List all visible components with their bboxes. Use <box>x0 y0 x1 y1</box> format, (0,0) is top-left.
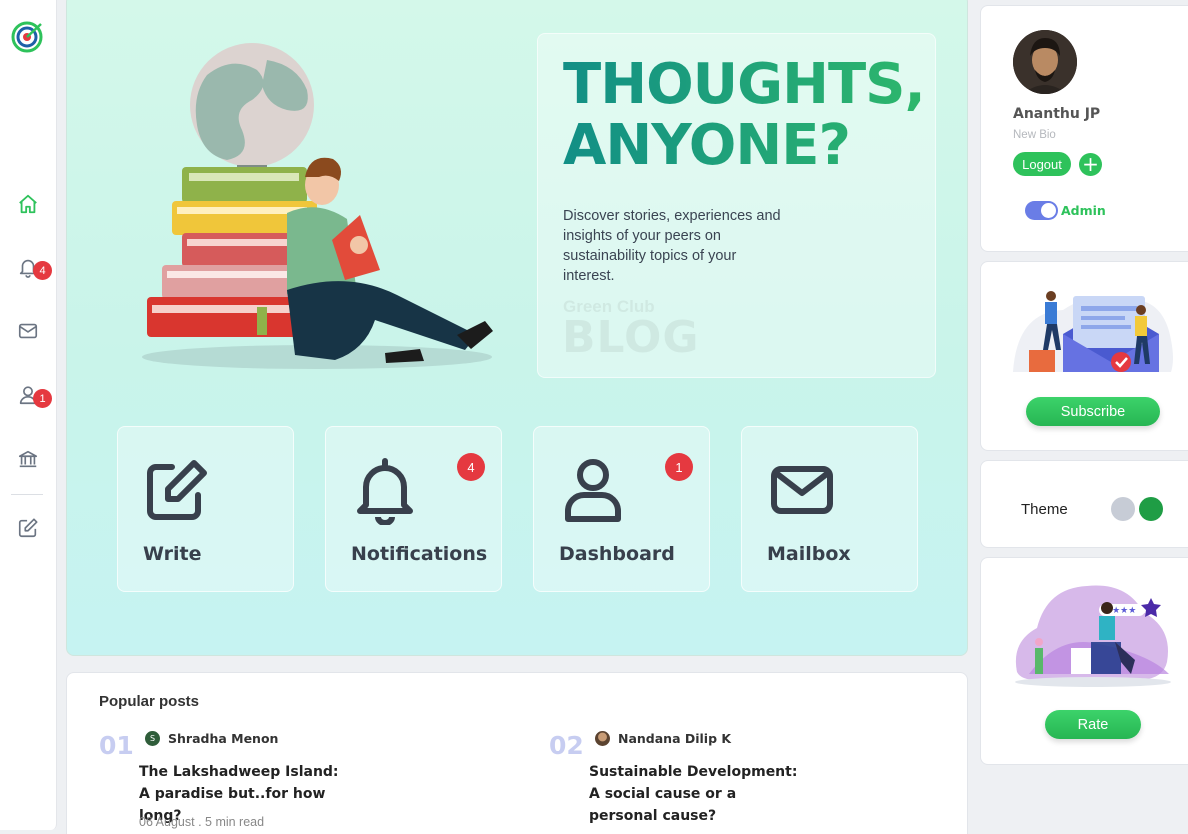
logout-button[interactable]: Logout <box>1013 152 1071 176</box>
hero-title-line-1: THOUGHTS, <box>563 52 925 117</box>
dashboard-badge: 1 <box>665 453 693 481</box>
post-rank: 01 <box>99 731 134 760</box>
tile-notifications[interactable]: 4 Notifications <box>325 426 502 592</box>
rate-card: ★★★★ Rate <box>980 557 1188 765</box>
mail-icon <box>771 466 833 514</box>
tile-mailbox-label: Mailbox <box>767 543 851 565</box>
theme-label: Theme <box>1021 501 1068 518</box>
bell-icon <box>357 458 413 525</box>
mail-icon <box>18 323 38 339</box>
post-author[interactable]: Shradha Menon <box>168 731 278 746</box>
profile-bio: New Bio <box>1013 129 1056 141</box>
edit-icon <box>147 460 207 520</box>
admin-toggle-label: Admin <box>1061 203 1106 218</box>
left-sidebar: 4 1 <box>0 0 57 830</box>
sidebar-item-notifications[interactable]: 4 <box>14 253 52 281</box>
profile-count-badge: 1 <box>33 389 52 408</box>
user-icon <box>565 459 621 522</box>
tile-write[interactable]: Write <box>117 426 294 592</box>
theme-swatch-gray[interactable] <box>1111 497 1135 521</box>
sidebar-item-institution[interactable] <box>14 445 42 473</box>
newsletter-illustration <box>1013 291 1173 372</box>
hero-banner: THOUGHTS, ANYONE? Discover stories, expe… <box>66 0 968 656</box>
subscribe-button[interactable]: Subscribe <box>1026 397 1160 426</box>
hero-title-line-2: ANYONE? <box>563 113 850 178</box>
profile-name: Ananthu JP <box>1013 106 1101 122</box>
avatar-image <box>1013 30 1077 94</box>
hero-description: Discover stories, experiences and insigh… <box>563 208 781 284</box>
hero-title: THOUGHTS, ANYONE? <box>563 54 943 176</box>
logo-icon <box>11 21 43 53</box>
theme-swatch-green[interactable] <box>1139 497 1163 521</box>
post-author-row: S Shradha Menon <box>145 731 278 746</box>
tile-dashboard-label: Dashboard <box>559 543 675 565</box>
subscribe-card: Subscribe <box>980 261 1188 451</box>
notifications-badge: 4 <box>457 453 485 481</box>
rate-button[interactable]: Rate <box>1045 710 1141 739</box>
post-author[interactable]: Nandana Dilip K <box>618 731 731 746</box>
tile-mailbox[interactable]: Mailbox <box>741 426 918 592</box>
tile-write-label: Write <box>143 543 202 565</box>
sidebar-item-profile[interactable]: 1 <box>14 381 52 409</box>
sidebar-item-write[interactable] <box>14 514 42 542</box>
author-avatar: S <box>145 731 160 746</box>
bank-icon <box>18 450 38 468</box>
post-author-row: Nandana Dilip K <box>595 731 731 746</box>
author-avatar <box>595 731 610 746</box>
sidebar-item-home[interactable] <box>14 190 42 218</box>
profile-card: Ananthu JP New Bio Logout + Admin <box>980 5 1188 252</box>
admin-toggle[interactable] <box>1025 201 1058 220</box>
tile-dashboard[interactable]: 1 Dashboard <box>533 426 710 592</box>
edit-icon <box>18 518 38 538</box>
toggle-knob <box>1041 203 1056 218</box>
hero-watermark-blog: BLOG <box>562 312 700 363</box>
post-meta: 06 August . 5 min read <box>139 815 265 829</box>
add-button[interactable]: + <box>1079 153 1102 176</box>
rating-illustration: ★★★★ <box>1015 585 1171 687</box>
app-logo[interactable] <box>10 20 44 54</box>
hero-text-card: THOUGHTS, ANYONE? Discover stories, expe… <box>537 33 936 378</box>
post-title[interactable]: Sustainable Development: A social cause … <box>589 761 804 827</box>
popular-posts-title: Popular posts <box>99 693 200 710</box>
avatar[interactable] <box>1013 30 1077 94</box>
post-rank: 02 <box>549 731 584 760</box>
reading-student-illustration <box>142 43 493 369</box>
sidebar-item-mail[interactable] <box>14 317 42 345</box>
popular-posts-panel: Popular posts 01 S Shradha Menon The Lak… <box>66 672 968 834</box>
theme-card: Theme <box>980 460 1188 548</box>
notification-count-badge: 4 <box>33 261 52 280</box>
sidebar-divider <box>11 494 43 495</box>
tile-notifications-label: Notifications <box>351 543 488 565</box>
home-icon <box>19 194 37 214</box>
